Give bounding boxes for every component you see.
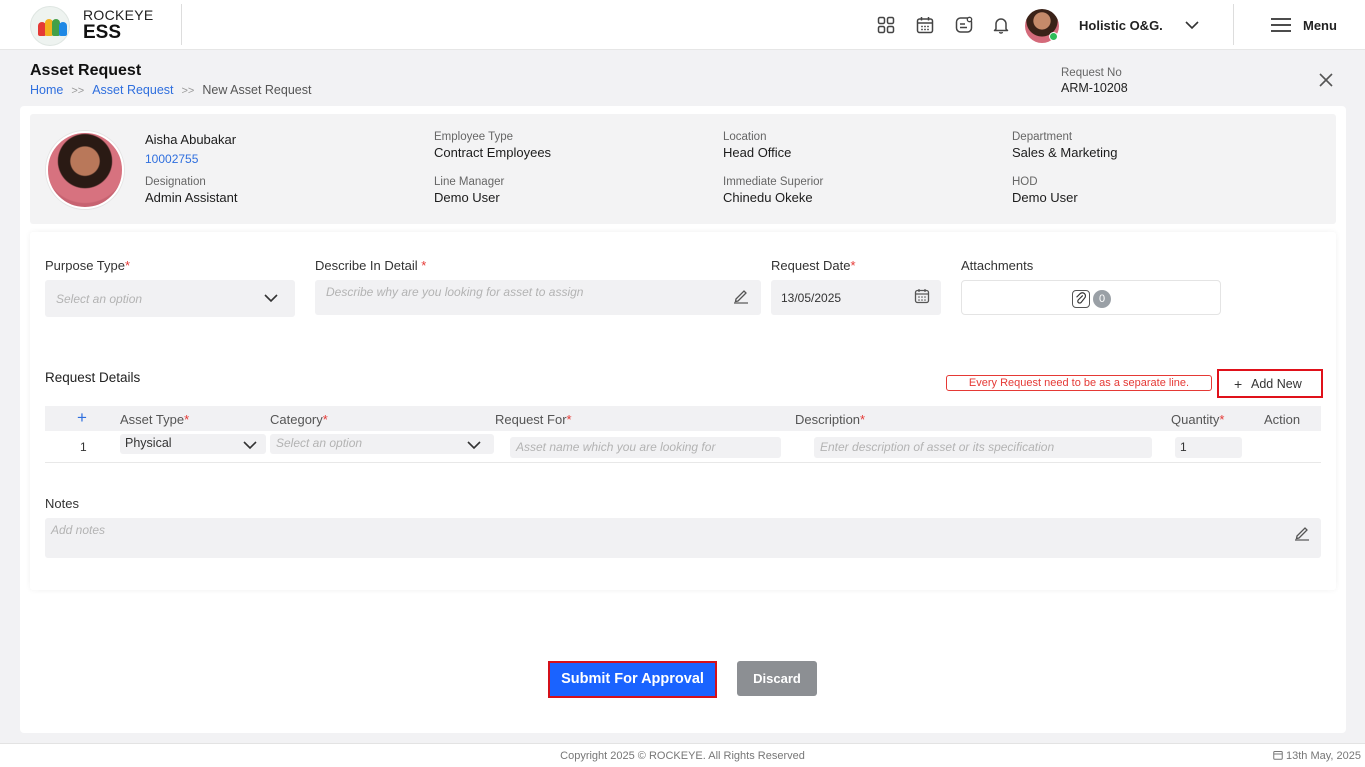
submit-for-approval-button[interactable]: Submit For Approval (548, 661, 717, 698)
request-table-header: + Asset Type* Category* Request For* Des… (45, 406, 1321, 431)
hod-label: HOD (1012, 176, 1038, 188)
department-label: Department (1012, 131, 1073, 143)
chevron-down-icon (243, 441, 257, 450)
calendar-icon[interactable] (914, 288, 930, 304)
divider (181, 4, 182, 45)
employee-name: Aisha Abubakar (145, 132, 237, 147)
description-placeholder: Enter description of asset or its specif… (820, 440, 1055, 454)
notes-placeholder: Add notes (51, 523, 106, 537)
column-action: Action (1264, 412, 1301, 427)
column-request-for: Request For* (495, 412, 572, 427)
column-category: Category* (270, 412, 328, 427)
separate-line-warning: Every Request need to be as a separate l… (946, 375, 1212, 391)
immediate-superior-label: Immediate Superior (723, 176, 824, 188)
breadcrumb-current: New Asset Request (202, 83, 312, 97)
describe-input[interactable]: Describe why are you looking for asset t… (315, 280, 761, 315)
request-for-placeholder: Asset name which you are looking for (516, 440, 716, 454)
footer-date-value: 13th May, 2025 (1285, 750, 1361, 762)
organization-name[interactable]: Holistic O&G. (1079, 18, 1163, 33)
footer: Copyright 2025 © ROCKEYE. All Rights Res… (0, 743, 1365, 767)
location-value: Head Office (723, 145, 792, 160)
notification-bell-icon[interactable] (992, 16, 1010, 34)
chevron-down-icon (467, 441, 481, 450)
breadcrumb-asset-request[interactable]: Asset Request (92, 83, 173, 97)
category-placeholder: Select an option (276, 436, 363, 450)
employee-info-panel (30, 114, 1336, 224)
menu-button[interactable]: Menu (1303, 18, 1337, 33)
brand-product: ESS (83, 22, 122, 43)
column-description: Description* (795, 412, 866, 427)
row-divider (45, 462, 1321, 463)
edit-pencil-icon[interactable] (1294, 525, 1310, 541)
column-asset-type: Asset Type* (120, 412, 190, 427)
line-manager-label: Line Manager (434, 176, 505, 188)
online-status-dot (1049, 32, 1058, 41)
immediate-superior-value: Chinedu Okeke (723, 190, 813, 205)
apps-grid-icon[interactable] (877, 16, 895, 34)
hod-value: Demo User (1012, 190, 1078, 205)
department-value: Sales & Marketing (1012, 145, 1118, 160)
employee-type-value: Contract Employees (434, 145, 552, 160)
attachments-count-badge: 0 (1093, 290, 1111, 308)
add-new-button[interactable]: + Add New (1217, 369, 1323, 398)
discard-button[interactable]: Discard (737, 661, 817, 696)
request-no-label: Request No (1061, 67, 1122, 79)
add-row-plus-icon[interactable]: + (77, 408, 87, 428)
purpose-type-select[interactable]: Select an option (45, 280, 295, 317)
employee-type-label: Employee Type (434, 131, 514, 143)
footer-date: 13th May, 2025 (1273, 750, 1361, 762)
request-date-value: 13/05/2025 (781, 291, 842, 305)
column-quantity: Quantity* (1171, 412, 1225, 427)
quantity-value: 1 (1180, 440, 1187, 454)
brand-name: ROCKEYE (83, 7, 154, 23)
breadcrumb-home[interactable]: Home (30, 83, 63, 97)
request-no-value: ARM-10208 (1061, 81, 1128, 95)
employee-photo (46, 131, 124, 209)
quantity-input[interactable]: 1 (1175, 437, 1242, 458)
request-details-title: Request Details (45, 370, 141, 385)
category-select[interactable]: Select an option (270, 434, 494, 454)
breadcrumb-separator-icon: >> (71, 85, 85, 97)
description-input[interactable]: Enter description of asset or its specif… (814, 437, 1152, 458)
line-manager-value: Demo User (434, 190, 500, 205)
hamburger-menu-icon[interactable] (1271, 18, 1291, 32)
designation-label: Designation (145, 176, 206, 188)
purpose-type-label: Purpose Type* (45, 258, 131, 273)
employee-id[interactable]: 10002755 (145, 152, 198, 166)
page-title: Asset Request (30, 62, 142, 79)
chevron-down-icon[interactable] (1184, 18, 1200, 32)
rockeye-logo[interactable] (30, 6, 70, 46)
chat-icon[interactable] (955, 16, 973, 34)
chevron-down-icon (264, 294, 278, 303)
top-bar: ROCKEYE ESS Holistic O&G. Menu (0, 0, 1365, 50)
request-date-input[interactable]: 13/05/2025 (771, 280, 941, 315)
location-label: Location (723, 131, 767, 143)
calendar-icon[interactable] (916, 16, 934, 34)
attachment-clip-icon[interactable] (1072, 290, 1090, 308)
asset-type-select[interactable]: Physical (120, 434, 266, 454)
copyright-text: Copyright 2025 © ROCKEYE. All Rights Res… (560, 750, 805, 762)
attachments-label: Attachments (961, 258, 1034, 273)
describe-placeholder: Describe why are you looking for asset t… (326, 285, 584, 299)
request-for-input[interactable]: Asset name which you are looking for (510, 437, 781, 458)
breadcrumb-separator-icon: >> (181, 85, 195, 97)
designation-value: Admin Assistant (145, 190, 238, 205)
calendar-icon (1273, 751, 1283, 760)
asset-type-value: Physical (125, 436, 172, 450)
notes-label: Notes (45, 496, 79, 511)
edit-pencil-icon[interactable] (733, 288, 749, 304)
plus-icon: + (1234, 376, 1243, 392)
attachments-field[interactable]: 0 (961, 280, 1221, 315)
divider (1233, 4, 1234, 45)
purpose-type-placeholder: Select an option (56, 292, 143, 306)
breadcrumb: Home >> Asset Request >> New Asset Request (30, 83, 311, 97)
row-index: 1 (80, 440, 87, 454)
notes-input[interactable]: Add notes (45, 518, 1321, 558)
describe-label: Describe In Detail * (315, 258, 427, 273)
add-new-label: Add New (1251, 377, 1302, 391)
close-icon[interactable] (1317, 71, 1335, 89)
request-date-label: Request Date* (771, 258, 856, 273)
